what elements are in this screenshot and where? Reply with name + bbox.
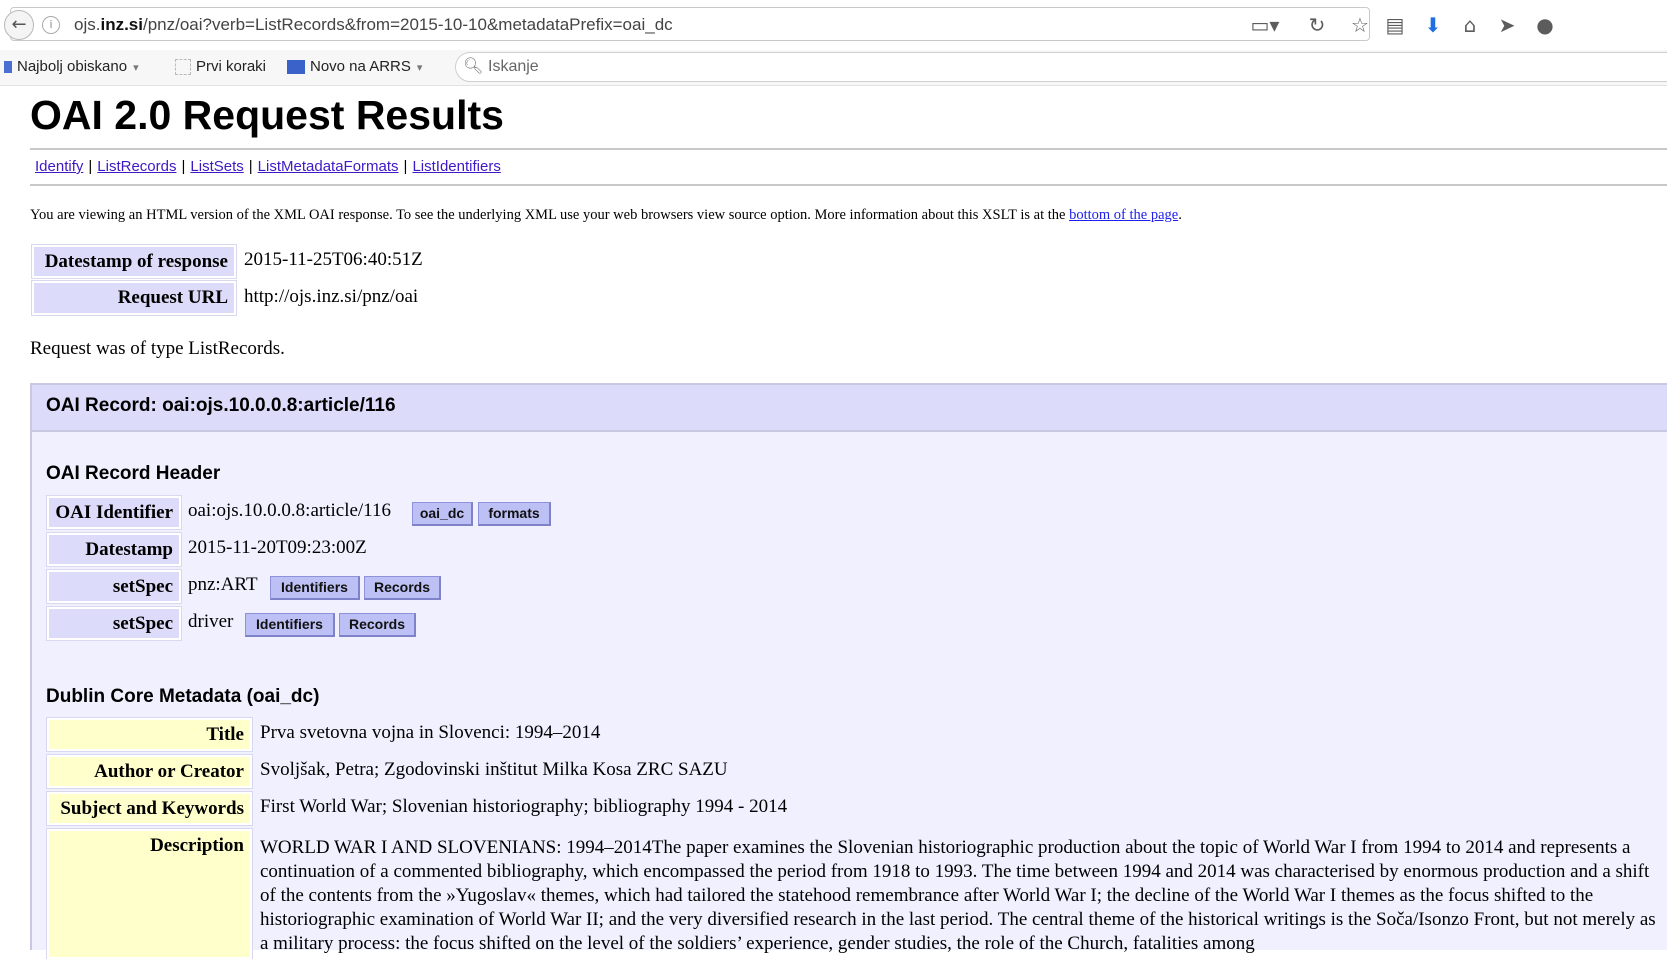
oai-identifier-label: OAI Identifier [46,495,182,530]
back-arrow-icon: ← [11,14,27,35]
url-prefix: ojs. [74,15,101,34]
datestamp-label: Datestamp [46,532,182,567]
separator: | [403,158,408,175]
verb-nav: Identify | ListRecords | ListSets | ListMetada… [35,158,501,175]
dc-subject-label: Subject and Keywords [46,791,253,826]
dc-description-value: WORLD WAR I AND SLOVENIANS: 1994–2014The… [260,837,1656,954]
oai-dc-button[interactable]: oai_dc [412,502,473,526]
dc-description-label: Description [46,828,253,959]
dc-title-label: Title [46,717,253,752]
identifiers-button[interactable]: Identifiers [245,613,335,637]
dc-author-label: Author or Creator [46,754,253,789]
url-text[interactable]: ojs.inz.si/pnz/oai?verb=ListRecords&from… [74,15,673,35]
setspec-value: driver [188,611,234,632]
response-datestamp-value: 2015-11-25T06:40:51Z [244,249,423,270]
records-button[interactable]: Records [339,613,416,637]
response-datestamp-label: Datestamp of response [31,244,237,279]
bookmark-folder-icon [4,61,12,74]
record-title: OAI Record: oai:ojs.10.0.0.8:article/116 [46,395,396,416]
site-identity-icon[interactable]: i [42,16,60,34]
reading-list-icon[interactable]: ▤ [1380,12,1410,38]
rss-feed-icon [287,60,305,75]
datestamp-value: 2015-11-20T09:23:00Z [188,537,367,558]
dc-author-value: Svoljšak, Petra; Zgodovinski inštitut Mi… [260,759,728,780]
oai-identifier-value: oai:ojs.10.0.0.8:article/116 [188,500,391,521]
reload-icon[interactable]: ↻ [1302,12,1332,38]
request-type: Request was of type ListRecords. [30,338,285,359]
bookmark-first-steps[interactable]: Prvi koraki [175,56,266,78]
page-title: OAI 2.0 Request Results [30,92,504,138]
bottom-of-page-link[interactable]: bottom of the page [1069,207,1178,223]
notice-text: You are viewing an HTML version of the X… [30,207,1070,223]
search-icon: 🔍︎ [463,56,484,75]
separator: | [248,158,253,175]
link-identify[interactable]: Identify [35,158,83,175]
setspec-value: pnz:ART [188,574,258,595]
dublin-core-heading: Dublin Core Metadata (oai_dc) [46,686,320,707]
separator: | [181,158,186,175]
bookmark-star-icon[interactable]: ☆ [1345,12,1375,38]
bookmark-novo-na-arrs[interactable]: Novo na ARRS ▾ [287,56,422,79]
record-header-heading: OAI Record Header [46,463,221,484]
reader-view-icon[interactable]: ▭▾ [1243,12,1287,38]
formats-button[interactable]: formats [478,502,551,526]
browser-toolbar: ← i ojs.inz.si/pnz/oai?verb=ListRecords&… [0,0,1667,51]
bookmark-label: Najbolj obiskano [17,58,128,75]
request-url-value: http://ojs.inz.si/pnz/oai [244,286,419,307]
home-icon[interactable]: ⌂ [1455,12,1485,38]
download-icon[interactable]: ⬇ [1418,12,1448,38]
send-icon[interactable]: ➤ [1492,12,1522,38]
bookmark-label: Novo na ARRS [310,58,411,75]
chevron-down-icon: ▾ [416,62,423,74]
chat-icon[interactable]: ● [1530,12,1560,38]
bookmark-label: Prvi koraki [196,58,267,75]
link-list-metadata-formats[interactable]: ListMetadataFormats [258,158,399,175]
xslt-notice: You are viewing an HTML version of the X… [30,207,1182,224]
search-input[interactable] [455,52,1667,82]
divider [30,184,1667,186]
dc-title-value: Prva svetovna vojna in Slovenci: 1994–20… [260,722,601,743]
link-list-identifiers[interactable]: ListIdentifiers [412,158,500,175]
bookmark-most-visited[interactable]: Najbolj obiskano ▾ [4,56,139,79]
dc-subject-value: First World War; Slovenian historiograph… [260,796,788,817]
divider [30,148,1667,150]
back-button[interactable]: ← [4,10,34,40]
request-url-label: Request URL [31,280,237,316]
setspec-label: setSpec [46,569,182,604]
separator: | [88,158,93,175]
chevron-down-icon: ▾ [133,62,139,74]
identifiers-button[interactable]: Identifiers [270,576,360,600]
search-placeholder: Iskanje [488,58,539,75]
setspec-label: setSpec [46,606,182,641]
url-host: inz.si [100,15,143,34]
notice-end: . [1178,207,1182,223]
link-list-records[interactable]: ListRecords [97,158,176,175]
records-button[interactable]: Records [364,576,441,600]
url-path: /pnz/oai?verb=ListRecords&from=2015-10-1… [142,15,673,34]
link-list-sets[interactable]: ListSets [190,158,243,175]
page-icon [175,59,191,76]
